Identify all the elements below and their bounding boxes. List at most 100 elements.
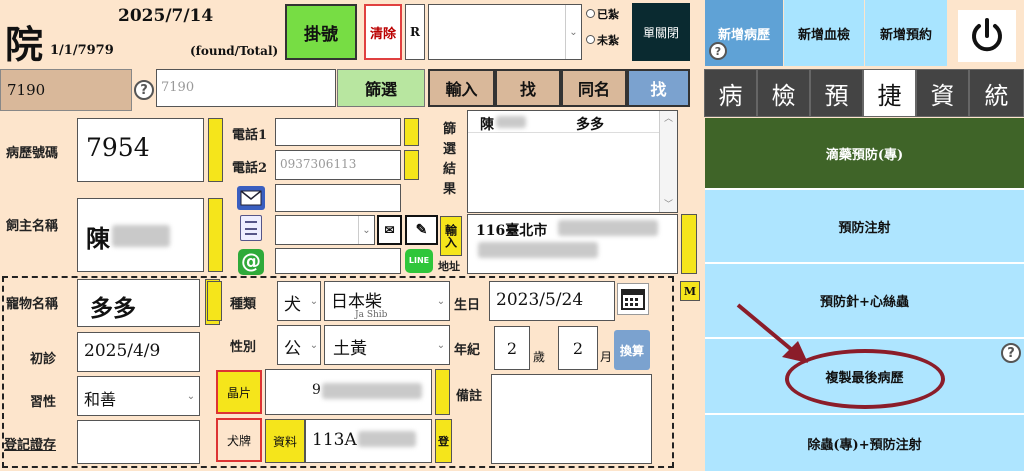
email-field[interactable] <box>275 184 401 212</box>
find-button-2[interactable]: 找 <box>627 69 690 107</box>
chip-button[interactable]: 晶片 <box>216 370 262 414</box>
dog-tag-redacted <box>358 431 416 447</box>
sex-select[interactable]: 公 ⌄ <box>277 325 321 365</box>
owner-redacted <box>112 225 170 247</box>
quick-action-deworm-vaccine[interactable]: 除蟲(專)+預防注射 <box>705 415 1024 471</box>
new-blood-test-button[interactable]: 新增血檢 <box>784 0 864 66</box>
scroll-up-icon[interactable]: ︿ <box>660 111 677 124</box>
convert-button[interactable]: 換算 <box>614 330 650 370</box>
record-no-field[interactable]: 7954 <box>77 118 204 182</box>
tab-booking[interactable]: 預 <box>810 69 863 117</box>
chip-value: 9 <box>312 382 321 398</box>
header-select[interactable]: ⌄ <box>428 4 582 60</box>
reg-button[interactable]: 登 <box>435 419 452 463</box>
contact-select[interactable]: ⌄ <box>275 215 375 245</box>
habit-value: 和善 <box>84 390 117 409</box>
sex-value: 公 <box>284 339 301 359</box>
filter-result-row[interactable]: 陳 多多 <box>468 111 659 133</box>
new-record-label: 新增病歷 <box>717 27 770 43</box>
first-visit-label: 初診 <box>30 352 57 367</box>
species-value: 犬 <box>284 295 301 315</box>
dog-tag-button[interactable]: 犬牌 <box>216 418 262 462</box>
habit-label: 習性 <box>30 395 57 410</box>
habit-select[interactable]: 和善 ⌄ <box>77 376 200 416</box>
first-visit-field[interactable]: 2025/4/9 <box>77 332 200 372</box>
filter-button[interactable]: 篩選 <box>337 69 425 107</box>
notes-field[interactable] <box>491 374 652 464</box>
quick-action-eyedrops[interactable]: 滴藥預防(專) <box>705 118 1024 190</box>
help-icon[interactable]: ? <box>134 80 154 100</box>
same-name-button[interactable]: 同名 <box>561 69 627 107</box>
search-value-field[interactable]: 7190 <box>0 69 132 111</box>
age-months-field[interactable]: 2 <box>558 326 598 370</box>
line-id-field[interactable] <box>275 248 401 274</box>
species-label: 種類 <box>230 297 257 312</box>
address-input-button[interactable]: 輸入 <box>440 216 462 256</box>
chevron-down-icon: ⌄ <box>309 295 319 307</box>
document-icon[interactable] <box>240 215 262 241</box>
current-date: 2025/7/14 <box>118 6 214 26</box>
filter-result-owner: 陳 <box>480 117 494 133</box>
at-icon[interactable]: @ <box>238 249 264 275</box>
data-label-box: 資料 <box>265 419 305 463</box>
arrow-annotation-icon <box>736 303 808 363</box>
quick-action-vaccine[interactable]: 預防注射 <box>705 190 1024 264</box>
owner-label: 飼主名稱 <box>6 219 59 234</box>
register-cert-label: 登記證存 <box>4 438 57 453</box>
m-button[interactable]: M <box>680 281 700 301</box>
calendar-button[interactable] <box>617 283 649 315</box>
address-marker <box>681 214 697 274</box>
attach-button[interactable]: ✎ <box>405 215 438 245</box>
scroll-down-icon[interactable]: ﹀ <box>660 197 677 210</box>
find-button[interactable]: 找 <box>495 69 561 107</box>
filter-result-label: 篩選結果 <box>443 122 457 197</box>
power-button[interactable] <box>958 10 1016 62</box>
breed-value: 日本柴 <box>331 292 382 312</box>
close-form-button[interactable]: 單關閉 <box>632 3 690 61</box>
phone1-field[interactable] <box>275 118 401 146</box>
phone2-field[interactable]: 0937306113 <box>275 150 401 180</box>
address-redacted-2 <box>478 242 598 258</box>
age-years-field[interactable]: 2 <box>494 326 530 370</box>
new-booking-button[interactable]: 新增預約 <box>865 0 947 66</box>
filter-result-list[interactable]: 陳 多多 ︿ ﹀ <box>467 110 678 213</box>
input-button[interactable]: 輸入 <box>428 69 495 107</box>
species-select[interactable]: 犬 ⌄ <box>277 281 321 321</box>
search-input[interactable]: 7190 <box>156 69 336 107</box>
notes-label: 備註 <box>456 389 483 404</box>
tab-stats[interactable]: 統 <box>969 69 1024 117</box>
tab-exam[interactable]: 檢 <box>757 69 810 117</box>
help-icon[interactable]: ? <box>1001 343 1021 363</box>
color-select[interactable]: 土黃 ⌄ <box>324 325 450 365</box>
line-icon[interactable]: LINE <box>405 249 433 273</box>
scrollbar[interactable]: ︿ ﹀ <box>659 111 677 212</box>
register-button[interactable]: 掛號 <box>285 4 357 60</box>
radio-sterilized[interactable]: 已紮 <box>586 6 619 22</box>
age-label: 年紀 <box>454 343 481 358</box>
mail-send-button[interactable]: ✉ <box>377 215 402 245</box>
radio-not-sterilized[interactable]: 未紮 <box>586 32 619 48</box>
birth-field[interactable]: 2023/5/24 <box>489 281 615 321</box>
tab-shortcut[interactable]: 捷 <box>863 69 916 117</box>
r-button[interactable]: R <box>405 4 425 60</box>
email-icon[interactable] <box>237 186 265 210</box>
radio-circle-icon <box>586 9 595 18</box>
new-record-button[interactable]: 新增病歷 ? <box>705 0 783 66</box>
tab-data[interactable]: 資 <box>916 69 969 117</box>
tab-medical[interactable]: 病 <box>704 69 757 117</box>
age-months-unit: 月 <box>600 350 613 364</box>
pet-name-field[interactable]: 多多 <box>77 279 200 327</box>
clear-button[interactable]: 清除 <box>364 4 402 60</box>
phone2-label: 電話2 <box>232 161 268 176</box>
phone1-label: 電話1 <box>232 128 268 143</box>
breed-select[interactable]: 日本柴 Ja Shib ⌄ <box>324 281 450 321</box>
register-cert-field[interactable] <box>77 420 200 464</box>
address-label: 地址 <box>438 260 460 273</box>
sex-label: 性別 <box>230 340 257 355</box>
color-value: 土黃 <box>333 339 367 359</box>
dog-tag-value: 113A <box>312 430 357 450</box>
help-icon[interactable]: ? <box>709 42 727 60</box>
address-value: 116臺北市 <box>476 223 548 239</box>
chevron-down-icon: ⌄ <box>436 339 446 351</box>
first-visit-value: 2025/4/9 <box>84 341 161 361</box>
